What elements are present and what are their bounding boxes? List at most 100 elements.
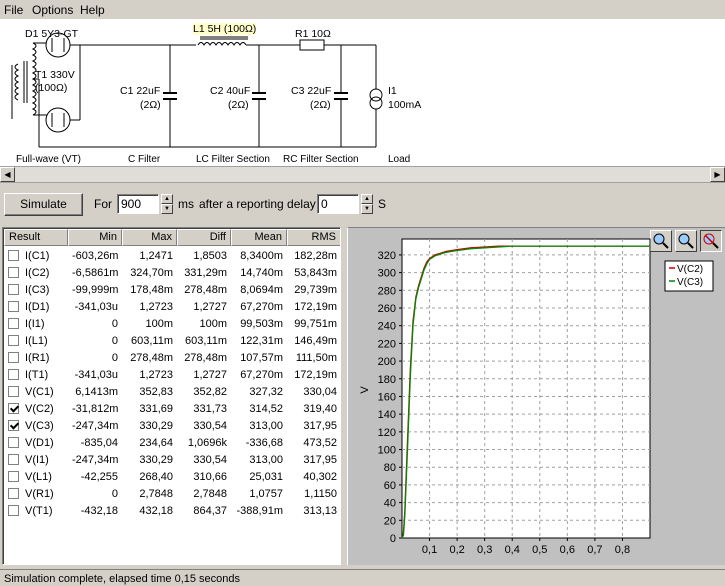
row-checkbox[interactable] [8, 318, 19, 329]
table-row[interactable]: I(R1) 0 278,48m 278,48m 107,57m 111,50m [4, 349, 340, 366]
col-diff[interactable]: Diff [177, 229, 231, 246]
menu-options[interactable]: Options [32, 3, 73, 17]
row-checkbox[interactable] [8, 284, 19, 295]
x-tick-label: 0,5 [532, 544, 547, 556]
duration-spinner[interactable]: ▲ ▼ [161, 194, 173, 214]
cell-mean: 314,52 [249, 402, 283, 415]
voltage-chart: 0 20 40 60 80 100 120 140 160 180 200 220 240 260 280 3… [359, 238, 714, 556]
cell-min: -99,999m [72, 283, 119, 296]
duration-input[interactable] [117, 194, 159, 214]
horizontal-scrollbar[interactable]: ◀ ▶ [0, 166, 725, 183]
cell-mean: 313,00 [249, 419, 283, 432]
down-arrow-icon[interactable]: ▼ [161, 204, 173, 214]
row-checkbox[interactable] [8, 403, 19, 414]
cell-diff: 330,54 [193, 419, 227, 432]
delay-input[interactable] [317, 194, 359, 214]
cell-max: 2,7848 [139, 487, 173, 500]
row-checkbox[interactable] [8, 454, 19, 465]
cell-diff: 100m [199, 317, 227, 330]
cell-min: 0 [111, 487, 118, 500]
table-row[interactable]: I(L1) 0 603,11m 603,11m 122,31m 146,49m [4, 332, 340, 349]
x-tick-label: 0,8 [615, 544, 630, 556]
menu-file[interactable]: File [4, 3, 23, 17]
col-result[interactable]: Result [4, 229, 68, 246]
col-mean[interactable]: Mean [231, 229, 287, 246]
menu-help[interactable]: Help [80, 3, 105, 17]
section-lc-filter: LC Filter Section [196, 154, 270, 165]
up-arrow-icon[interactable]: ▲ [161, 194, 173, 204]
up-arrow-icon[interactable]: ▲ [361, 194, 373, 204]
y-tick-label: 120 [378, 427, 396, 439]
table-row[interactable]: V(C1) 6,1413m 352,83 352,82 327,32 330,04 [4, 383, 340, 400]
row-checkbox[interactable] [8, 250, 19, 261]
cell-diff: 330,54 [193, 453, 227, 466]
row-checkbox[interactable] [8, 437, 19, 448]
cell-mean: 122,31m [240, 334, 283, 347]
y-tick-label: 80 [384, 462, 396, 474]
col-max[interactable]: Max [122, 229, 177, 246]
legend-label: V(C3) [677, 277, 703, 288]
x-tick-label: 0,6 [560, 544, 575, 556]
cell-min: 0 [111, 351, 118, 364]
cell-min: -603,26m [72, 249, 119, 262]
delay-spinner[interactable]: ▲ ▼ [361, 194, 373, 214]
cell-diff: 310,66 [193, 470, 227, 483]
table-row[interactable]: V(R1) 0 2,7848 2,7848 1,0757 1,1150 [4, 485, 340, 502]
cell-min: -6,5861m [72, 266, 119, 279]
table-row[interactable]: V(C3) -247,34m 330,29 330,54 313,00 317,95 [4, 417, 340, 434]
table-row[interactable]: V(C2) -31,812m 331,69 331,73 314,52 319,40 [4, 400, 340, 417]
row-checkbox[interactable] [8, 352, 19, 363]
cell-min: 0 [111, 317, 118, 330]
cell-mean: 67,270m [240, 368, 283, 381]
inductor-l1 [197, 42, 247, 46]
col-rms[interactable]: RMS [287, 229, 340, 246]
y-tick-label: 60 [384, 480, 396, 492]
col-min[interactable]: Min [68, 229, 122, 246]
table-row[interactable]: I(T1) -341,03u 1,2723 1,2727 67,270m 172,19m [4, 366, 340, 383]
cell-diff: 1,2727 [193, 300, 227, 313]
cell-diff: 278,48m [184, 351, 227, 364]
result-name: I(C3) [25, 283, 50, 296]
label-c2: C2 40uF [210, 85, 251, 97]
cell-min: 0 [111, 334, 118, 347]
row-checkbox[interactable] [8, 420, 19, 431]
cell-diff: 331,29m [184, 266, 227, 279]
table-row[interactable]: I(D1) -341,03u 1,2723 1,2727 67,270m 172,19m [4, 298, 340, 315]
row-checkbox[interactable] [8, 267, 19, 278]
down-arrow-icon[interactable]: ▼ [361, 204, 373, 214]
row-checkbox[interactable] [8, 369, 19, 380]
simulate-button[interactable]: Simulate [4, 193, 83, 216]
scroll-left-button[interactable]: ◀ [0, 167, 15, 182]
cell-rms: 1,1150 [304, 487, 337, 500]
table-row[interactable]: V(L1) -42,255 268,40 310,66 25,031 40,302 [4, 468, 340, 485]
table-row[interactable]: I(I1) 0 100m 100m 99,503m 99,751m [4, 315, 340, 332]
cell-rms: 146,49m [294, 334, 337, 347]
row-checkbox[interactable] [8, 488, 19, 499]
row-checkbox[interactable] [8, 386, 19, 397]
row-checkbox[interactable] [8, 505, 19, 516]
row-checkbox[interactable] [8, 301, 19, 312]
cell-max: 330,29 [139, 419, 173, 432]
section-c-filter: C Filter [128, 154, 161, 165]
cell-min: -247,34m [72, 453, 119, 466]
cell-mean: 327,32 [249, 385, 283, 398]
y-tick-label: 180 [378, 374, 396, 386]
table-row[interactable]: I(C3) -99,999m 178,48m 278,48m 8,0694m 29,739… [4, 281, 340, 298]
row-checkbox[interactable] [8, 335, 19, 346]
table-row[interactable]: I(C2) -6,5861m 324,70m 331,29m 14,740m 53,843… [4, 264, 340, 281]
cell-mean: 67,270m [240, 300, 283, 313]
cell-diff: 331,73 [193, 402, 227, 415]
cell-max: 278,48m [130, 351, 173, 364]
table-row[interactable]: I(C1) -603,26m 1,2471 1,8503 8,3400m 182,28m [4, 247, 340, 264]
x-tick-label: 0,3 [477, 544, 492, 556]
label-c3: C3 22uF [291, 85, 332, 97]
cell-min: -341,03u [74, 300, 118, 313]
row-checkbox[interactable] [8, 471, 19, 482]
y-tick-label: 20 [384, 515, 396, 527]
table-row[interactable]: V(T1) -432,18 432,18 864,37 -388,91m 313,13 [4, 502, 340, 519]
table-row[interactable]: V(D1) -835,04 234,64 1,0696k -336,68 473,52 [4, 434, 340, 451]
scroll-right-button[interactable]: ▶ [710, 167, 725, 182]
label-t1: T1 330V [35, 69, 75, 81]
status-bar: Simulation complete, elapsed time 0,15 s… [0, 569, 725, 586]
table-row[interactable]: V(I1) -247,34m 330,29 330,54 313,00 317,95 [4, 451, 340, 468]
